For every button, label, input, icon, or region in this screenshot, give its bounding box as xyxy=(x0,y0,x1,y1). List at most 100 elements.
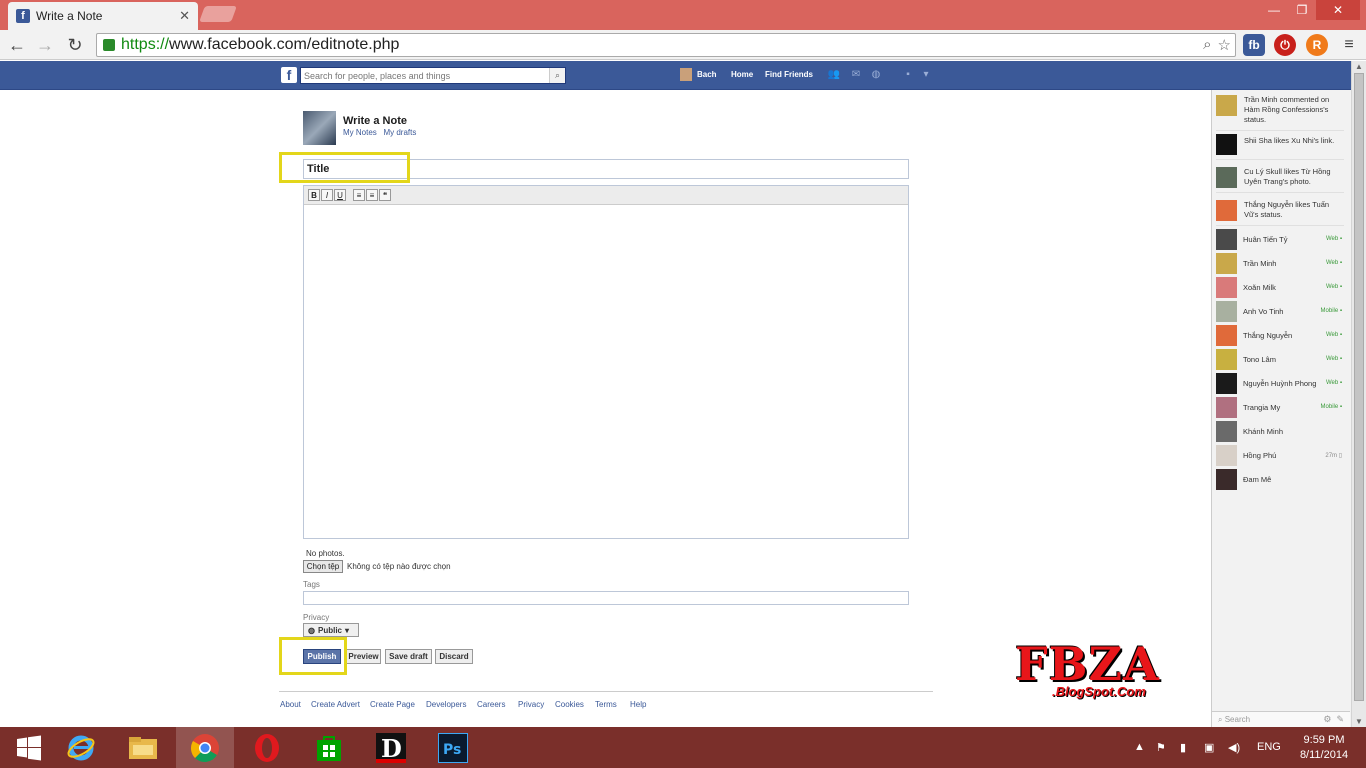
search-icon[interactable]: ⌕ xyxy=(549,68,565,83)
footer-link-help[interactable]: Help xyxy=(630,700,646,709)
bullet-list-icon[interactable]: ≡ xyxy=(366,189,378,201)
chat-search-input[interactable]: ⌕ Search ⚙ ✎ xyxy=(1212,711,1350,727)
privacy-selector[interactable]: ◍ Public ▾ xyxy=(303,623,359,637)
footer-link-terms[interactable]: Terms xyxy=(595,700,617,709)
photoshop-icon[interactable]: Ps xyxy=(424,727,482,768)
chat-settings-gear-icon[interactable]: ⚙ xyxy=(1323,714,1331,724)
contact-name: Đam Mê xyxy=(1243,474,1272,484)
ticker-item[interactable]: Trần Minh commented on Hàm Rồng Confessi… xyxy=(1216,95,1344,131)
underline-button[interactable]: U xyxy=(334,189,346,201)
contact-avatar xyxy=(1216,444,1237,466)
page-scrollbar[interactable]: ▲ ▼ xyxy=(1351,61,1366,727)
tray-network-icon[interactable]: ▣ xyxy=(1204,741,1214,754)
windows-store-icon[interactable] xyxy=(300,727,358,768)
ticker-item[interactable]: Thắng Nguyễn likes Tuấn Vũ's status. xyxy=(1216,200,1344,226)
fb-extension-icon[interactable]: fb xyxy=(1243,34,1265,56)
scrollbar-thumb[interactable] xyxy=(1354,73,1364,701)
note-body-editor[interactable]: B I U ≡ ≡ ❝ xyxy=(303,185,909,539)
save-draft-button[interactable]: Save draft xyxy=(385,649,432,664)
my-drafts-link[interactable]: My drafts xyxy=(383,128,416,137)
restore-icon[interactable]: ❐ xyxy=(1288,0,1316,20)
profile-photo[interactable] xyxy=(303,111,336,145)
internet-explorer-icon[interactable] xyxy=(52,727,110,768)
orange-extension-icon[interactable]: R xyxy=(1306,34,1328,56)
power-extension-icon[interactable]: ⏻ xyxy=(1274,34,1296,56)
address-bar[interactable]: https:// www.facebook.com/editnote.php ⌕… xyxy=(96,33,1236,57)
chat-contact[interactable]: Thắng Nguyễn Web ▪ xyxy=(1216,324,1344,346)
tray-power-icon[interactable]: ▮ xyxy=(1180,741,1186,754)
chat-contact[interactable]: Khánh Minh xyxy=(1216,420,1344,442)
footer-link-create-page[interactable]: Create Page xyxy=(370,700,415,709)
footer-link-careers[interactable]: Careers xyxy=(477,700,505,709)
zoom-magnifier-icon[interactable]: ⌕ xyxy=(1203,36,1211,54)
d-app-icon[interactable]: D xyxy=(362,727,420,768)
friend-requests-icon[interactable]: 👥 xyxy=(828,69,840,80)
footer-link-cookies[interactable]: Cookies xyxy=(555,700,584,709)
facebook-search-input[interactable]: Search for people, places and things ⌕ xyxy=(300,67,566,84)
chat-contact[interactable]: Xoăn Milk Web ▪ xyxy=(1216,276,1344,298)
ticker-text: Thắng Nguyễn likes Tuấn Vũ's status. xyxy=(1244,200,1330,219)
tags-input[interactable] xyxy=(303,591,909,605)
scroll-down-arrow-icon[interactable]: ▼ xyxy=(1355,717,1363,726)
contact-avatar xyxy=(1216,252,1237,274)
privacy-shortcuts-icon[interactable]: ▪ xyxy=(902,69,914,80)
footer-link-create-advert[interactable]: Create Advert xyxy=(311,700,360,709)
tray-flag-icon[interactable]: ⚑ xyxy=(1156,741,1166,754)
tray-volume-icon[interactable]: ◀) xyxy=(1228,741,1240,754)
reload-icon[interactable]: ↻ xyxy=(64,34,86,56)
facebook-logo-icon[interactable]: f xyxy=(281,67,297,83)
tray-show-hidden-icon[interactable]: ▲ xyxy=(1134,741,1145,753)
preview-button[interactable]: Preview xyxy=(346,649,381,664)
contact-name: Tono Lâm xyxy=(1243,354,1276,364)
back-arrow-icon[interactable]: ← xyxy=(6,34,28,56)
tray-language[interactable]: ENG xyxy=(1257,741,1281,753)
account-menu-chevron-icon[interactable]: ▾ xyxy=(920,69,932,80)
windows-start-icon[interactable] xyxy=(0,727,58,768)
ticker-item[interactable]: Shii Sha likes Xu Nhi's link. xyxy=(1216,134,1344,160)
bold-button[interactable]: B xyxy=(308,189,320,201)
choose-file-button[interactable]: Chọn tệp xyxy=(303,560,343,573)
footer-link-privacy[interactable]: Privacy xyxy=(518,700,544,709)
scroll-up-arrow-icon[interactable]: ▲ xyxy=(1355,62,1363,71)
contact-status: Web ▪ xyxy=(1325,380,1342,386)
numbered-list-icon[interactable]: ≡ xyxy=(353,189,365,201)
chat-contact[interactable]: Nguyễn Huỳnh Phong Web ▪ xyxy=(1216,372,1344,394)
ticker-avatar xyxy=(1216,134,1237,155)
messages-icon[interactable]: ✉ xyxy=(850,69,862,80)
chat-contact[interactable]: Trần Minh Web ▪ xyxy=(1216,252,1344,274)
my-notes-link[interactable]: My Notes xyxy=(343,128,377,137)
ticker-avatar xyxy=(1216,167,1237,188)
chat-contact[interactable]: Hồng Phú 27m ▯ xyxy=(1216,444,1344,466)
file-explorer-icon[interactable] xyxy=(114,727,172,768)
footer-link-about[interactable]: About xyxy=(280,700,301,709)
chat-contact[interactable]: Anh Vo Tinh Mobile ▪ xyxy=(1216,300,1344,322)
chat-contact[interactable]: Trangia My Mobile ▪ xyxy=(1216,396,1344,418)
user-avatar[interactable] xyxy=(680,68,692,81)
quote-icon[interactable]: ❝ xyxy=(379,189,391,201)
chat-compose-icon[interactable]: ✎ xyxy=(1336,714,1344,724)
notifications-globe-icon[interactable]: ◍ xyxy=(870,69,882,80)
footer-link-developers[interactable]: Developers xyxy=(426,700,466,709)
chrome-taskbar-icon[interactable] xyxy=(176,727,234,768)
discard-button[interactable]: Discard xyxy=(435,649,473,664)
chrome-menu-icon[interactable]: ≡ xyxy=(1338,34,1360,56)
chat-contact[interactable]: Tono Lâm Web ▪ xyxy=(1216,348,1344,370)
italic-button[interactable]: I xyxy=(321,189,333,201)
taskbar-clock[interactable]: 9:59 PM 8/11/2014 xyxy=(1298,733,1350,763)
chat-contact[interactable]: Đam Mê xyxy=(1216,468,1344,490)
url-text: www.facebook.com/editnote.php xyxy=(169,36,400,53)
chat-contact[interactable]: Huân Tiến Tỷ Web ▪ xyxy=(1216,228,1344,250)
browser-tab[interactable]: f Write a Note ✕ xyxy=(8,2,198,30)
ticker-item[interactable]: Cu Lý Skull likes Từ Hồng Uyên Trang's p… xyxy=(1216,167,1344,193)
minimize-icon[interactable]: — xyxy=(1260,0,1288,20)
nav-find-friends[interactable]: Find Friends xyxy=(765,70,813,79)
tab-close-icon[interactable]: ✕ xyxy=(179,8,190,24)
bookmark-star-icon[interactable]: ☆ xyxy=(1218,36,1231,54)
forward-arrow-icon[interactable]: → xyxy=(34,34,56,56)
new-tab-button[interactable] xyxy=(199,6,237,22)
nav-home[interactable]: Home xyxy=(731,70,753,79)
opera-icon[interactable] xyxy=(238,727,296,768)
window-close-icon[interactable]: ✕ xyxy=(1316,0,1360,20)
nav-user-name[interactable]: Bach xyxy=(697,70,717,79)
fbza-watermark-logo: FBZA xyxy=(1015,637,1160,691)
